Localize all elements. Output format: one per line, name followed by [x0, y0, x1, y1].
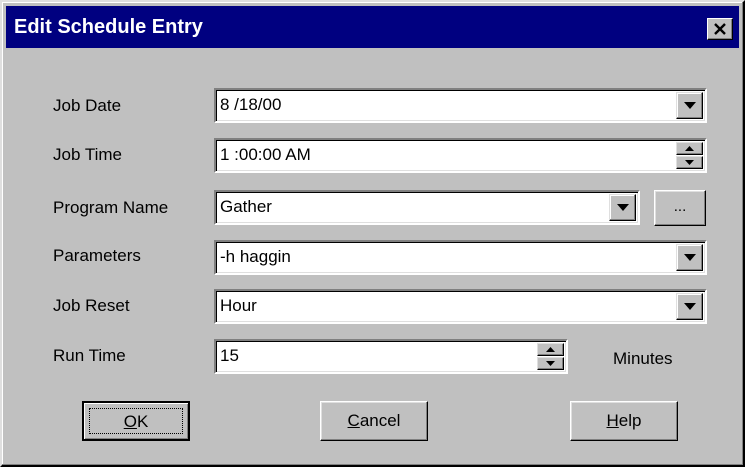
job-time-value: 1 :00:00 AM: [220, 145, 311, 164]
run-time-value: 15: [220, 346, 239, 365]
job-time-spin-buttons: [676, 142, 703, 169]
chevron-down-icon: [617, 204, 629, 211]
cancel-button-label: Cancel: [347, 411, 401, 430]
job-time-spinner[interactable]: 1 :00:00 AM: [214, 138, 707, 173]
program-name-dropdown-button[interactable]: [609, 194, 636, 221]
job-date-value: 8 /18/00: [220, 95, 282, 114]
job-date-label: Job Date: [53, 96, 122, 115]
run-time-spin-buttons: [537, 343, 564, 370]
arrow-down-icon: [546, 361, 555, 366]
arrow-up-icon: [546, 347, 555, 352]
help-button-label: Help: [606, 411, 642, 430]
parameters-label: Parameters: [53, 246, 141, 265]
close-icon: [714, 23, 726, 35]
browse-program-button[interactable]: ...: [654, 190, 706, 226]
help-button[interactable]: Help: [570, 401, 678, 441]
job-time-label: Job Time: [53, 145, 122, 164]
chevron-down-icon: [684, 254, 696, 261]
run-time-increment-button[interactable]: [537, 343, 564, 356]
parameters-dropdown-button[interactable]: [676, 244, 703, 271]
job-reset-label: Job Reset: [53, 296, 130, 315]
chevron-down-icon: [684, 303, 696, 310]
parameters-value: -h haggin: [220, 247, 291, 266]
job-reset-value: Hour: [220, 296, 257, 315]
close-button[interactable]: [707, 18, 733, 40]
ok-button-label: OK: [123, 412, 149, 431]
title-bar[interactable]: Edit Schedule Entry: [6, 6, 739, 48]
job-date-dropdown-button[interactable]: [676, 92, 703, 119]
arrow-up-icon: [685, 146, 694, 151]
job-time-increment-button[interactable]: [676, 142, 703, 155]
window-title: Edit Schedule Entry: [14, 16, 203, 38]
run-time-label: Run Time: [53, 346, 126, 365]
edit-schedule-dialog: Edit Schedule Entry: [0, 0, 745, 467]
job-reset-combobox[interactable]: Hour: [214, 289, 707, 324]
job-reset-dropdown-button[interactable]: [676, 293, 703, 320]
run-time-spinner[interactable]: 15: [214, 339, 568, 374]
program-name-value: Gather: [220, 197, 272, 216]
parameters-combobox[interactable]: -h haggin: [214, 240, 707, 275]
job-date-combobox[interactable]: 8 /18/00: [214, 88, 707, 123]
ok-button[interactable]: OK: [82, 401, 190, 441]
arrow-down-icon: [685, 160, 694, 165]
chevron-down-icon: [684, 102, 696, 109]
run-time-decrement-button[interactable]: [537, 357, 564, 370]
run-time-units: Minutes: [613, 349, 673, 368]
program-name-combobox[interactable]: Gather: [214, 190, 640, 225]
program-name-label: Program Name: [53, 198, 169, 217]
cancel-button[interactable]: Cancel: [320, 401, 428, 441]
job-time-decrement-button[interactable]: [676, 156, 703, 169]
